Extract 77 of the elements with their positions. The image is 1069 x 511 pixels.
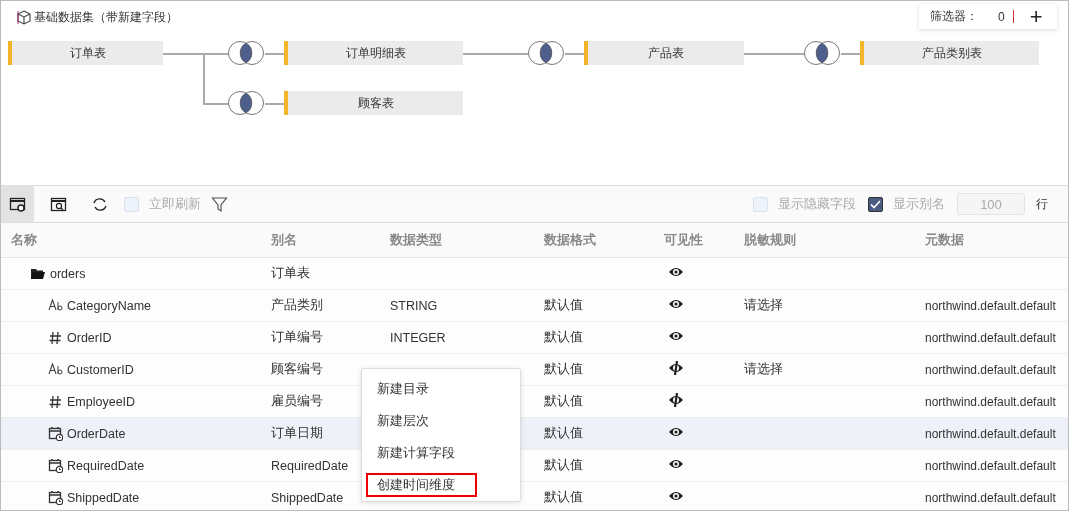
field-name: EmployeeID — [67, 394, 136, 409]
eye-icon[interactable] — [668, 458, 684, 470]
table-node[interactable]: 订单明细表 — [284, 41, 463, 65]
toolbar-button[interactable] — [1, 186, 34, 222]
format-cell-text: 默认值 — [543, 489, 584, 506]
field-name: CustomerID — [67, 362, 134, 377]
join-icon[interactable] — [528, 40, 565, 66]
alias-cell-text: ShippedDate — [270, 490, 345, 505]
field-name: OrderID — [67, 330, 112, 345]
join-icon[interactable] — [228, 40, 265, 66]
format-cell-text: 默认值 — [543, 393, 584, 410]
format-cell-text: 默认值 — [543, 457, 584, 474]
checkbox-label: 立即刷新 — [149, 195, 201, 213]
alias-cell-text: 顾客编号 — [270, 361, 324, 378]
metadata-cell-text: northwind.default.default — [924, 394, 1057, 409]
metadata-cell-text: northwind.default.default — [924, 362, 1057, 377]
eye-icon[interactable] — [668, 490, 684, 502]
calendar-clock-icon — [48, 458, 63, 473]
format-cell-text: 默认值 — [543, 425, 584, 442]
folder-icon — [30, 266, 46, 281]
filter-count: 0 — [998, 9, 1005, 24]
dataset-title: 基础数据集（带新建字段） — [34, 9, 178, 26]
metadata-cell-text: northwind.default.default — [924, 298, 1057, 313]
format-cell-text: 默认值 — [543, 329, 584, 346]
join-icon[interactable] — [228, 90, 265, 116]
alias-checkbox[interactable] — [868, 196, 883, 212]
preview-icon — [50, 195, 67, 213]
metadata-cell-text: northwind.default.default — [924, 330, 1057, 345]
filter-label: 筛选器： — [930, 8, 978, 25]
eye-icon[interactable] — [668, 266, 684, 278]
metadata-cell-text: northwind.default.default — [924, 426, 1057, 441]
hash-icon — [48, 330, 63, 345]
alias-cell-text: 雇员编号 — [270, 393, 324, 410]
text-cursor — [1012, 10, 1014, 23]
table-node[interactable]: 产品表 — [584, 41, 744, 65]
calendar-clock-icon — [48, 426, 63, 441]
alias-cell-text: 订单表 — [270, 265, 311, 282]
type-cell-text: INTEGER — [389, 330, 447, 345]
alias-cell-text: 订单编号 — [270, 329, 324, 346]
hidden-fields-checkbox[interactable] — [753, 196, 768, 212]
settings-icon — [9, 195, 26, 213]
add-button[interactable]: + — [1029, 6, 1043, 27]
alias-cell-text: 产品类别 — [270, 297, 324, 314]
checkbox-label: 显示别名 — [893, 195, 945, 213]
menu-item[interactable]: 创建时间维度 — [366, 473, 477, 497]
string-type-icon — [48, 362, 63, 377]
table-node[interactable]: 顾客表 — [284, 91, 463, 115]
table-node[interactable]: 产品类别表 — [860, 41, 1039, 65]
hash-icon — [48, 394, 63, 409]
field-name: orders — [50, 266, 86, 281]
field-name: ShippedDate — [67, 490, 140, 505]
unit-label: 行 — [1036, 195, 1048, 213]
metadata-cell-text: northwind.default.default — [924, 490, 1057, 505]
checkbox-label: 显示隐藏字段 — [778, 195, 856, 213]
eye-icon[interactable] — [668, 330, 684, 342]
filter-icon[interactable] — [211, 195, 228, 213]
calendar-clock-icon — [48, 490, 63, 505]
eye-icon[interactable] — [668, 426, 684, 438]
string-type-icon — [48, 298, 63, 313]
format-cell-text: 默认值 — [543, 297, 584, 314]
masking-select[interactable]: 请选择 — [740, 297, 921, 314]
alias-cell-text: RequiredDate — [270, 458, 350, 473]
eye-icon[interactable] — [668, 298, 684, 310]
field-name: CategoryName — [67, 298, 152, 313]
type-cell-text: STRING — [389, 298, 439, 313]
field-name: OrderDate — [67, 426, 126, 441]
alias-cell-text: 订单日期 — [270, 425, 324, 442]
dataset-icon — [17, 10, 31, 25]
eye-slash-icon[interactable] — [668, 361, 684, 375]
format-cell-text: 默认值 — [543, 361, 584, 378]
metadata-cell-text: northwind.default.default — [924, 458, 1057, 473]
eye-slash-icon[interactable] — [668, 393, 684, 407]
field-name: RequiredDate — [67, 458, 145, 473]
refresh-icon — [91, 195, 108, 213]
table-node[interactable]: 订单表 — [8, 41, 163, 65]
join-icon[interactable] — [804, 40, 841, 66]
masking-select[interactable]: 请选择 — [740, 361, 921, 378]
